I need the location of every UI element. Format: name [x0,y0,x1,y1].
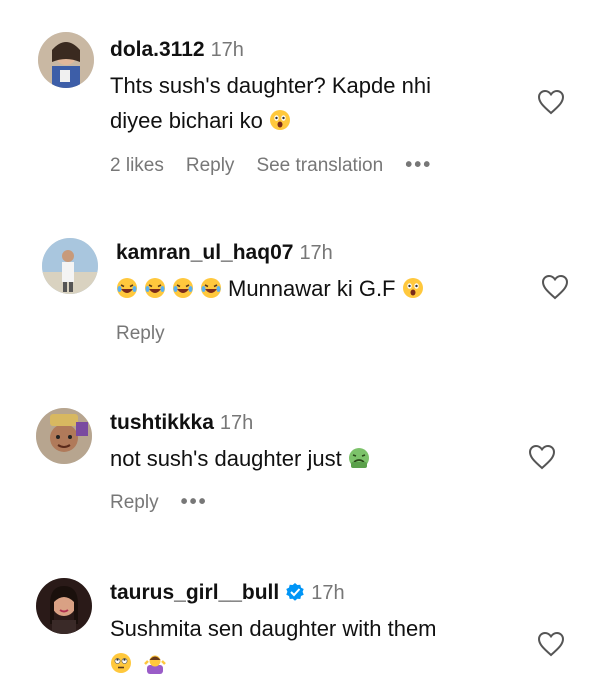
more-options-icon[interactable]: ••• [181,491,208,513]
username[interactable]: dola.3112 [110,38,205,61]
comment-text-body: not sush's daughter just [110,446,342,471]
verified-badge-icon [286,583,304,601]
laughing-face-icon [173,278,193,298]
comment-header: taurus_girl__bull 17h [110,581,345,605]
reply-button[interactable]: Reply [110,492,159,513]
reply-button[interactable]: Reply [186,155,235,176]
laughing-face-icon [117,278,137,298]
comment-text-line [110,646,437,681]
heart-icon[interactable] [541,274,569,300]
more-options-icon[interactable]: ••• [405,154,432,176]
timestamp: 17h [299,242,333,264]
reply-button[interactable]: Reply [116,323,165,344]
nauseated-face-icon [348,448,369,468]
timestamp: 17h [219,412,254,434]
comment-text: Munnawar ki G.F [116,271,430,306]
comment-header: kamran_ul_haq07 17h [116,241,333,265]
comment-text: not sush's daughter just [110,441,376,476]
see-translation-button[interactable]: See translation [256,155,383,176]
comment-text: Thts sush's daughter? Kapde nhi diyee bi… [110,68,431,138]
comment-text-line: Thts sush's daughter? Kapde nhi [110,73,431,98]
laughing-face-icon [145,278,165,298]
comment-text-line: diyee bichari ko [110,103,431,138]
comment-actions: Reply [116,323,187,345]
username[interactable]: taurus_girl__bull [110,581,279,604]
astonished-face-icon [270,110,290,130]
avatar[interactable] [36,578,92,634]
heart-icon[interactable] [537,631,565,657]
comment-text-line: Sushmita sen daughter with them [110,616,437,641]
comment-text-body: Munnawar ki G.F [228,276,396,301]
avatar[interactable] [42,238,98,294]
laughing-face-icon [201,278,221,298]
comment-actions: Reply ••• [110,491,230,514]
timestamp: 17h [210,39,244,61]
username[interactable]: kamran_ul_haq07 [116,241,293,264]
timestamp: 17h [311,582,345,604]
comment-header: dola.3112 17h [110,38,244,62]
comment-header: tushtikkka 17h [110,411,253,435]
heart-icon[interactable] [528,444,556,470]
avatar[interactable] [38,32,94,88]
heart-icon[interactable] [537,89,565,115]
comment-actions: 2 likes Reply See translation ••• [110,154,454,177]
likes-count[interactable]: 2 likes [110,155,164,176]
face-with-rolling-eyes-icon [111,653,131,673]
avatar[interactable] [36,408,92,464]
astonished-face-icon [402,278,423,298]
comment-text: Sushmita sen daughter with them [110,611,437,681]
person-shrugging-icon [144,655,167,674]
username[interactable]: tushtikkka [110,411,214,434]
